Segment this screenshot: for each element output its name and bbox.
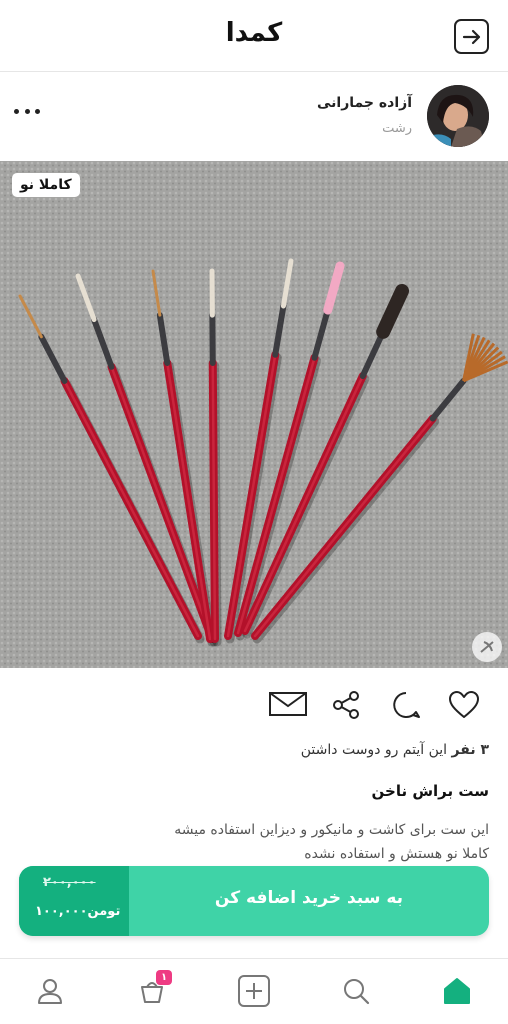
comment-button[interactable] xyxy=(389,688,423,722)
avatar-image xyxy=(427,85,489,147)
seller-avatar[interactable] xyxy=(427,85,489,147)
comment-icon xyxy=(393,692,420,718)
share-button[interactable] xyxy=(329,688,363,722)
add-icon xyxy=(238,975,270,1007)
likes-text: ۳ نفر این آیتم رو دوست داشتن xyxy=(301,742,489,758)
like-button[interactable] xyxy=(447,688,481,722)
condition-badge: کاملا نو xyxy=(12,173,80,197)
price-box: ۲۰۰,۰۰۰ ۱۰۰,۰۰۰تومن xyxy=(19,866,129,936)
cart-count-badge: ۱ xyxy=(156,970,172,985)
message-icon xyxy=(269,692,307,716)
heart-icon xyxy=(449,691,479,718)
nav-cart[interactable]: ۱ xyxy=(134,970,172,1009)
profile-icon xyxy=(38,979,62,1004)
app-logo: کمدا xyxy=(225,18,283,48)
nav-search[interactable] xyxy=(338,973,374,1009)
product-image[interactable]: کاملا نو xyxy=(0,161,508,668)
add-to-cart-button[interactable]: به سبد خرید اضافه کن xyxy=(129,888,489,908)
product-title: ست براش ناخن xyxy=(371,782,489,800)
nav-add[interactable] xyxy=(236,973,272,1009)
arrow-right-icon xyxy=(462,29,480,44)
home-icon xyxy=(444,978,470,1004)
description-line: این ست برای کاشت و مانیکور و دیزاین استف… xyxy=(174,822,489,838)
share-icon xyxy=(333,691,359,719)
seller-name[interactable]: آزاده جمارانی xyxy=(317,95,412,111)
add-to-cart-bar[interactable]: ۲۰۰,۰۰۰ ۱۰۰,۰۰۰تومن به سبد خرید اضافه کن xyxy=(19,866,489,936)
likes-count: ۳ نفر xyxy=(451,742,489,758)
old-price: ۲۰۰,۰۰۰ xyxy=(43,875,96,890)
seller-city: رشت xyxy=(382,121,412,136)
top-bar: کمدا xyxy=(0,0,508,72)
nav-home[interactable] xyxy=(439,973,475,1009)
action-row xyxy=(0,680,508,730)
description-line: کاملا نو هستش و استفاده نشده xyxy=(304,846,489,862)
new-price-value: ۱۰۰,۰۰۰ xyxy=(35,904,88,919)
brush-set-illustration xyxy=(0,161,508,668)
search-icon xyxy=(344,979,370,1005)
watermark-icon xyxy=(472,632,502,662)
back-button[interactable] xyxy=(454,19,489,54)
currency-label: تومن xyxy=(87,904,121,919)
seller-header: آزاده جمارانی رشت xyxy=(0,73,508,161)
nav-profile[interactable] xyxy=(32,973,68,1009)
more-dots-icon[interactable] xyxy=(14,101,40,121)
product-description: این ست برای کاشت و مانیکور و دیزاین استف… xyxy=(19,818,489,866)
message-button[interactable] xyxy=(268,688,308,722)
likes-label: این آیتم رو دوست داشتن xyxy=(300,742,452,758)
bottom-nav: ۱ xyxy=(0,958,508,1024)
new-price: ۱۰۰,۰۰۰تومن xyxy=(35,904,120,919)
